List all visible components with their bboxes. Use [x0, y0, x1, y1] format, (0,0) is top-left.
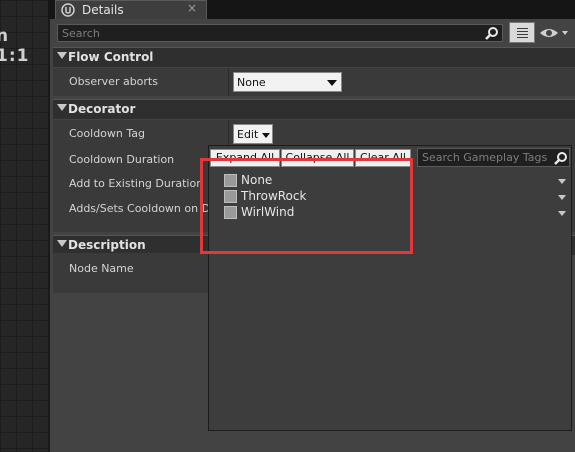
node-name-label: Node Name — [69, 262, 134, 275]
section-title: Decorator — [68, 102, 136, 116]
graph-grid — [0, 0, 48, 452]
tag-options-chevron-down-icon[interactable] — [558, 211, 566, 216]
chevron-down-icon — [262, 133, 270, 138]
annotation-highlight-box — [200, 158, 413, 254]
collapse-arrow-icon — [57, 104, 67, 111]
tag-search-placeholder: Search Gameplay Tags — [422, 151, 548, 164]
collapse-arrow-icon — [57, 52, 67, 59]
adds-sets-cooldown-label: Adds/Sets Cooldown on De — [69, 202, 209, 215]
tag-options-chevron-down-icon[interactable] — [558, 179, 566, 184]
section-flow-control[interactable]: Flow Control — [53, 47, 575, 67]
edit-label: Edit — [237, 128, 259, 141]
graph-viewport[interactable]: n 1:1 — [0, 0, 48, 452]
dropdown-value: None — [237, 76, 266, 89]
graph-zoom-label: n 1:1 — [0, 26, 30, 66]
property-matrix-button[interactable] — [509, 22, 535, 43]
observer-aborts-label: Observer aborts — [69, 75, 158, 88]
tab-close-button[interactable]: × — [187, 1, 197, 15]
tag-options-chevron-down-icon[interactable] — [558, 195, 566, 200]
section-title: Description — [68, 238, 146, 252]
search-icon — [485, 27, 498, 40]
tab-details[interactable]: Details × — [55, 0, 207, 19]
tag-search-input[interactable]: Search Gameplay Tags — [417, 148, 570, 167]
grid-icon — [517, 28, 528, 38]
chevron-down-icon — [327, 80, 337, 86]
details-search-input[interactable]: Search — [57, 24, 503, 42]
observer-aborts-dropdown[interactable]: None — [233, 72, 342, 92]
section-decorator[interactable]: Decorator — [53, 99, 575, 119]
search-icon — [554, 152, 567, 165]
cooldown-duration-label: Cooldown Duration — [69, 153, 175, 166]
tab-title: Details — [82, 3, 124, 17]
unreal-logo-icon — [61, 3, 75, 17]
add-existing-duration-label: Add to Existing Duration — [69, 177, 204, 190]
collapse-arrow-icon — [57, 240, 67, 247]
cooldown-tag-label: Cooldown Tag — [69, 127, 145, 140]
section-title: Flow Control — [68, 50, 154, 64]
search-placeholder: Search — [62, 27, 100, 40]
column-splitter[interactable] — [228, 68, 229, 96]
cooldown-tag-edit-button[interactable]: Edit — [233, 124, 273, 144]
view-options-eye-icon[interactable] — [538, 24, 570, 42]
